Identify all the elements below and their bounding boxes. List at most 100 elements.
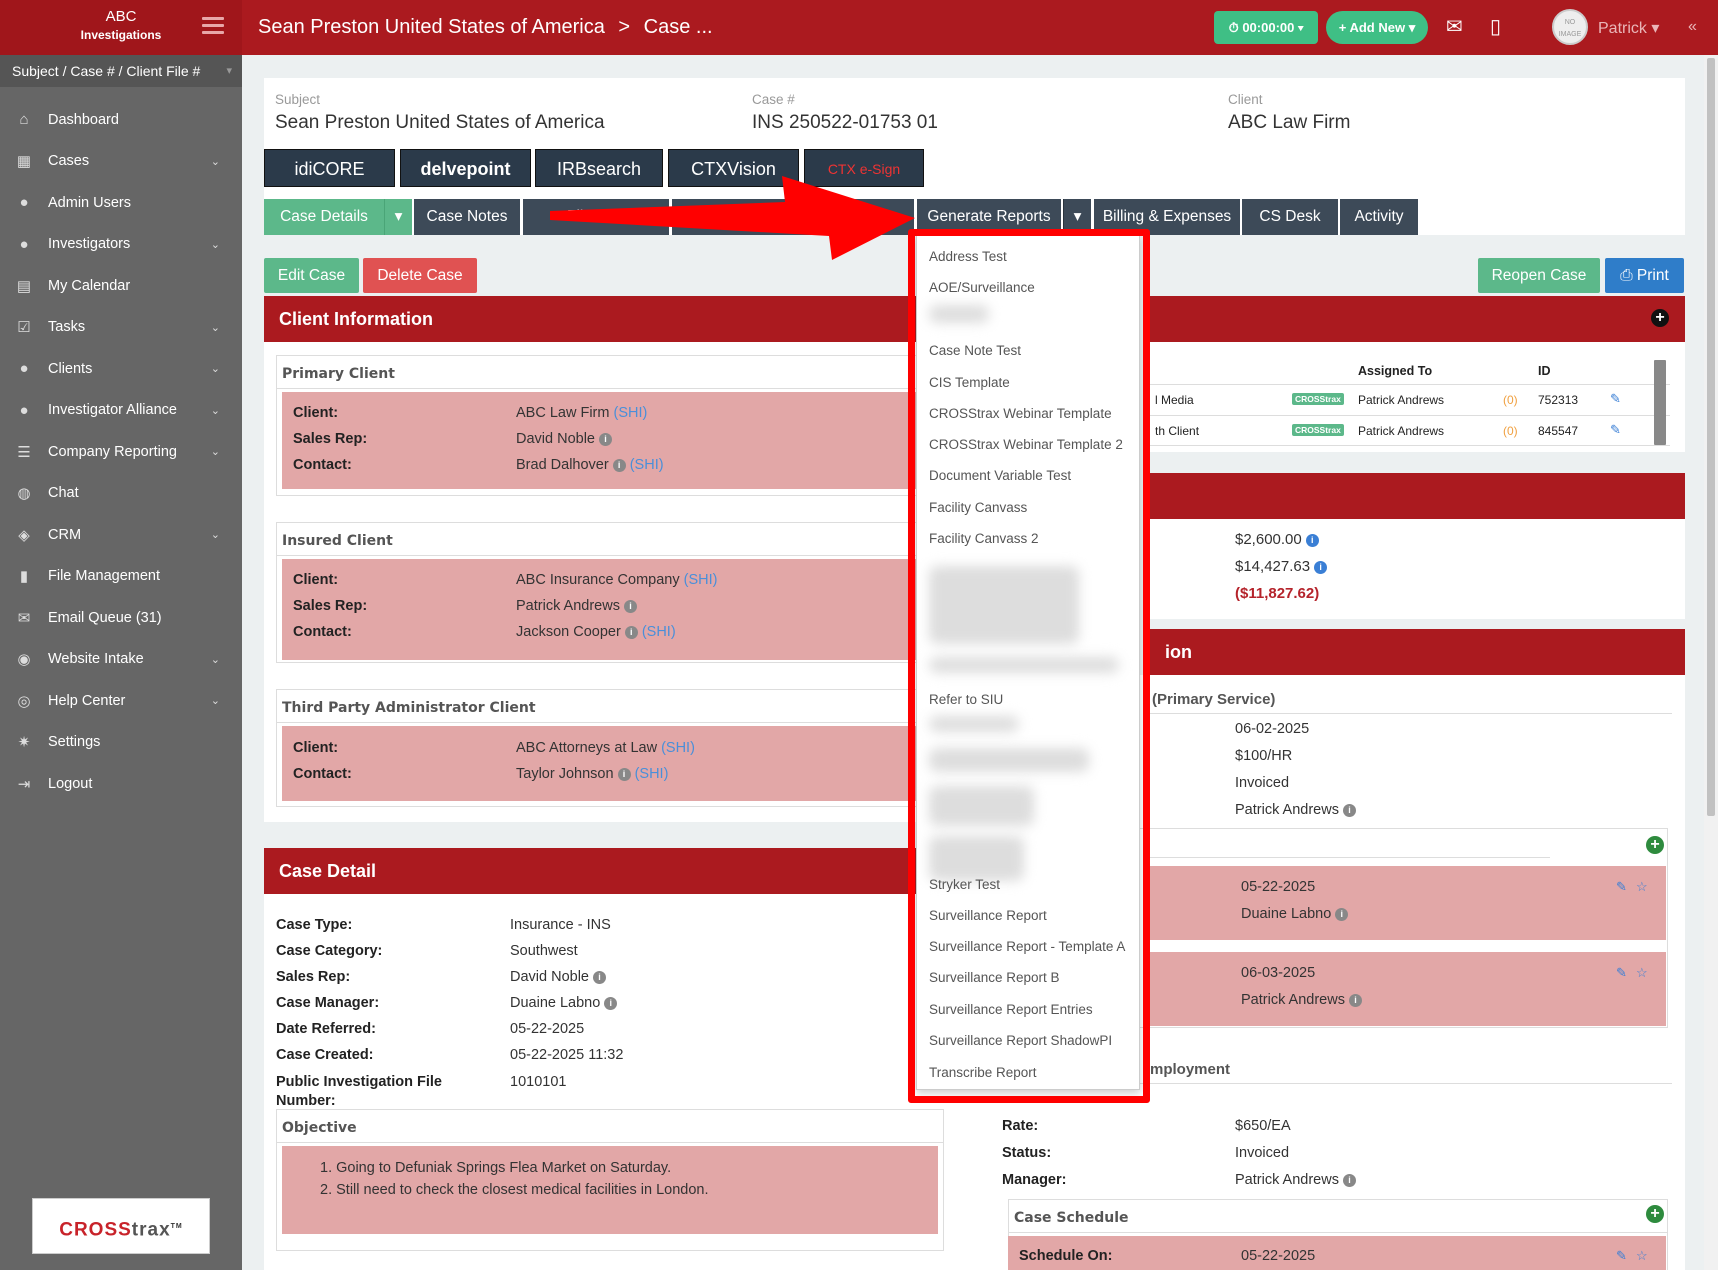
info-icon[interactable]: i bbox=[1348, 993, 1362, 1007]
star-icon[interactable]: ☆ bbox=[1636, 965, 1648, 981]
tpa-client-shi-link[interactable]: (SHI) bbox=[661, 740, 695, 756]
sidebar-item-website-intake[interactable]: ◉ Website Intake ⌄ bbox=[0, 639, 242, 681]
sidebar-item-logout[interactable]: ⇥ Logout bbox=[0, 763, 242, 805]
sidebar-item-dashboard[interactable]: ⌂ Dashboard bbox=[0, 99, 242, 141]
user-menu[interactable]: Patrick ▾ bbox=[1598, 18, 1659, 38]
info-icon[interactable]: i bbox=[1314, 560, 1328, 574]
info-icon[interactable]: i bbox=[604, 996, 618, 1010]
info-icon[interactable]: i bbox=[1305, 533, 1319, 547]
sidebar-item-icon: ✷ bbox=[17, 734, 31, 752]
tpa-contact-shi-link[interactable]: (SHI) bbox=[635, 766, 669, 782]
sidebar-item-my-calendar[interactable]: ▤ My Calendar bbox=[0, 265, 242, 307]
info-icon[interactable]: i bbox=[599, 432, 612, 446]
edit-icon[interactable]: ✎ bbox=[1610, 422, 1621, 438]
tab-case-details[interactable]: Case Details bbox=[264, 199, 384, 235]
info-icon[interactable]: i bbox=[593, 970, 606, 984]
primary-contact-label: Contact: bbox=[293, 457, 352, 473]
sidebar-item-label: Settings bbox=[48, 734, 101, 751]
add-schedule-icon[interactable]: + bbox=[1646, 836, 1664, 854]
sidebar-item-label: CRM bbox=[48, 526, 82, 543]
col-id: ID bbox=[1538, 364, 1551, 378]
info-icon[interactable]: i bbox=[1342, 803, 1356, 817]
primary-contact-shi-link[interactable]: (SHI) bbox=[630, 457, 664, 473]
primary-client-title: Primary Client bbox=[277, 356, 925, 389]
collapse-icon[interactable]: « bbox=[1688, 18, 1697, 36]
case-detail-value: Insurance - INS bbox=[510, 917, 611, 933]
chevron-down-icon: ⌄ bbox=[210, 404, 220, 417]
brand-part-a: CROSS bbox=[59, 1219, 132, 1241]
sidebar-item-file-management[interactable]: ▮ File Management bbox=[0, 556, 242, 598]
info-icon[interactable]: i bbox=[612, 458, 626, 472]
delvepoint-button[interactable]: delvepoint bbox=[400, 149, 531, 187]
brand-part-b: trax bbox=[131, 1219, 171, 1241]
timer-button[interactable]: ⏱ 00:00:00 ▾ bbox=[1214, 11, 1318, 44]
crosstrax-badge: CROSStrax bbox=[1292, 393, 1344, 405]
tab-activity[interactable]: Activity bbox=[1340, 199, 1418, 235]
edit-icon[interactable]: ✎ bbox=[1616, 879, 1627, 895]
info-icon[interactable]: i bbox=[623, 599, 637, 613]
delete-case-button[interactable]: Delete Case bbox=[363, 258, 477, 293]
table-scrollbar[interactable] bbox=[1654, 360, 1666, 445]
table-cell-count: (0) bbox=[1503, 424, 1518, 438]
avatar[interactable]: NO IMAGE bbox=[1552, 9, 1588, 45]
sidebar-item-settings[interactable]: ✷ Settings bbox=[0, 722, 242, 764]
book-icon[interactable]: ▯ bbox=[1490, 14, 1501, 39]
insured-client-value: ABC Insurance Company (SHI) bbox=[516, 572, 718, 588]
sidebar-item-label: Email Queue (31) bbox=[48, 609, 162, 626]
info-icon[interactable]: i bbox=[1335, 907, 1349, 921]
star-icon[interactable]: ☆ bbox=[1636, 879, 1648, 895]
case-detail-header: Case Detail bbox=[264, 848, 956, 894]
info-icon[interactable]: i bbox=[624, 625, 638, 639]
subject-field: Subject Sean Preston United States of Am… bbox=[275, 92, 605, 134]
sidebar-item-tasks[interactable]: ☑ Tasks ⌄ bbox=[0, 307, 242, 349]
sidebar-item-admin-users[interactable]: ● Admin Users bbox=[0, 182, 242, 224]
tab-cs-desk[interactable]: CS Desk bbox=[1242, 199, 1338, 235]
edit-icon[interactable]: ✎ bbox=[1616, 965, 1627, 981]
case-detail-label: Date Referred: bbox=[276, 1021, 376, 1037]
edit-icon[interactable]: ✎ bbox=[1610, 391, 1621, 407]
info-icon[interactable]: i bbox=[1342, 1173, 1356, 1187]
service-header: ion bbox=[1150, 629, 1685, 675]
sidebar-item-email-queue-31[interactable]: ✉ Email Queue (31) bbox=[0, 597, 242, 639]
sidebar-item-icon: ✉ bbox=[17, 609, 31, 627]
sidebar-item-clients[interactable]: ● Clients ⌄ bbox=[0, 348, 242, 390]
reopen-case-button[interactable]: Reopen Case bbox=[1478, 258, 1600, 293]
sidebar-item-label: File Management bbox=[48, 568, 161, 585]
sidebar-item-crm[interactable]: ◈ CRM ⌄ bbox=[0, 514, 242, 556]
sidebar-item-cases[interactable]: ▦ Cases ⌄ bbox=[0, 141, 242, 183]
notification-inbox-icon[interactable]: ✉ bbox=[1446, 14, 1463, 39]
scrollbar-thumb[interactable] bbox=[1707, 58, 1715, 816]
sidebar-item-icon: ◉ bbox=[17, 651, 31, 669]
sidebar-item-icon: ◍ bbox=[17, 485, 31, 503]
primary-client-shi-link[interactable]: (SHI) bbox=[614, 405, 648, 421]
annotation-arrow-icon bbox=[550, 176, 915, 260]
sidebar-item-chat[interactable]: ◍ Chat bbox=[0, 473, 242, 515]
info-icon[interactable]: i bbox=[617, 767, 631, 781]
print-button[interactable]: ⎙ Print bbox=[1605, 258, 1684, 293]
insured-client-shi-link[interactable]: (SHI) bbox=[684, 572, 718, 588]
insured-contact-shi-link[interactable]: (SHI) bbox=[642, 624, 676, 640]
edit-case-button[interactable]: Edit Case bbox=[264, 258, 359, 293]
breadcrumb-case: Case ... bbox=[643, 16, 713, 38]
table-cell-name: th Client bbox=[1155, 424, 1200, 438]
add-case-schedule-icon[interactable]: + bbox=[1646, 1205, 1664, 1223]
sidebar-item-investigators[interactable]: ● Investigators ⌄ bbox=[0, 224, 242, 266]
add-icon[interactable]: + bbox=[1651, 309, 1669, 327]
star-icon[interactable]: ☆ bbox=[1636, 1248, 1648, 1264]
search-type-selector[interactable]: Subject / Case # / Client File # bbox=[0, 55, 242, 87]
hamburger-menu-icon[interactable] bbox=[202, 17, 224, 35]
idicore-button[interactable]: idiCORE bbox=[264, 149, 395, 187]
sidebar-item-company-reporting[interactable]: ☰ Company Reporting ⌄ bbox=[0, 431, 242, 473]
edit-icon[interactable]: ✎ bbox=[1616, 1248, 1627, 1264]
table-cell-name: l Media bbox=[1155, 393, 1194, 407]
tab-case-details-caret[interactable]: ▾ bbox=[384, 199, 412, 235]
case-schedule-title: Case Schedule bbox=[1009, 1200, 1667, 1233]
avatar-text: NO IMAGE bbox=[1558, 19, 1582, 38]
sidebar-item-investigator-alliance[interactable]: ● Investigator Alliance ⌄ bbox=[0, 390, 242, 432]
tab-case-notes[interactable]: Case Notes bbox=[414, 199, 520, 235]
billing-balance: ($11,827.62) bbox=[1235, 585, 1320, 602]
sidebar-item-help-center[interactable]: ◎ Help Center ⌄ bbox=[0, 680, 242, 722]
add-new-button[interactable]: + Add New ▾ bbox=[1326, 11, 1428, 44]
brand-tm: TM bbox=[170, 1223, 183, 1230]
schedule-on-label: Schedule On: bbox=[1019, 1248, 1113, 1264]
